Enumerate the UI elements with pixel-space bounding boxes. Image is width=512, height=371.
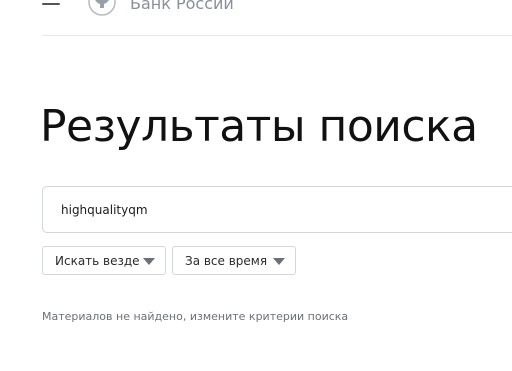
search-box[interactable] xyxy=(42,186,512,233)
time-range-label: За все время xyxy=(185,254,268,268)
page-title: Результаты поиска xyxy=(40,101,478,152)
time-range-dropdown[interactable]: За все время xyxy=(172,246,296,275)
hamburger-menu-icon[interactable] xyxy=(42,0,60,12)
header-divider xyxy=(42,35,512,36)
menu-bar xyxy=(42,3,60,5)
search-scope-dropdown[interactable]: Искать везде xyxy=(42,246,166,275)
search-scope-label: Искать везде xyxy=(55,254,140,268)
header: Банк России xyxy=(0,0,512,36)
brand-name[interactable]: Банк России xyxy=(130,0,234,13)
double-headed-eagle-icon[interactable] xyxy=(88,0,116,16)
no-results-message: Материалов не найдено, измените критерии… xyxy=(42,310,349,323)
chevron-down-icon xyxy=(143,258,155,265)
search-input[interactable] xyxy=(61,199,501,221)
page: Банк России Результаты поиска Искать вез… xyxy=(0,0,512,371)
chevron-down-icon xyxy=(273,258,285,265)
